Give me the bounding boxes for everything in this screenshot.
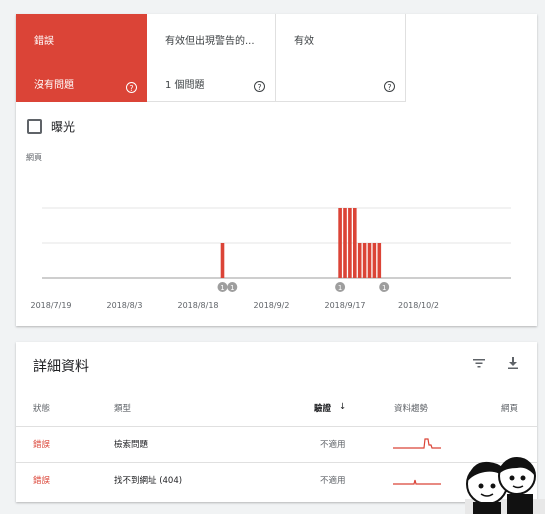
x-tick-label: 2018/7/19 xyxy=(30,301,71,310)
chart-bar xyxy=(357,243,362,278)
column-pages[interactable]: 網頁 xyxy=(501,402,518,414)
index-coverage-card: 錯誤 沒有問題 ? 有效但出現警告的... 1 個問題 ? 有效 ? 曝光 網頁… xyxy=(16,14,537,326)
row-type: 找不到網址 (404) xyxy=(114,476,183,486)
chart-bar xyxy=(367,243,372,278)
x-tick-label: 2018/10/2 xyxy=(398,301,439,310)
chart-bar xyxy=(220,243,225,278)
annotation-label: 1 xyxy=(220,284,224,292)
column-trend[interactable]: 資料趨勢 xyxy=(394,402,428,414)
filter-icon[interactable] xyxy=(472,356,486,370)
chart-bar xyxy=(353,208,357,278)
x-tick-label: 2018/9/2 xyxy=(254,301,290,310)
annotation-label: 1 xyxy=(230,284,234,292)
column-validation[interactable]: 驗證 xyxy=(314,402,331,414)
row-type: 檢索問題 xyxy=(114,440,149,450)
column-type[interactable]: 類型 xyxy=(114,402,131,414)
chart-bar xyxy=(362,243,367,278)
x-tick-label: 2018/9/17 xyxy=(324,301,365,310)
x-tick-label: 2018/8/18 xyxy=(177,301,218,310)
annotation-label: 1 xyxy=(382,284,386,292)
annotation-label: 1 xyxy=(338,284,342,292)
x-tick-label: 2018/8/3 xyxy=(107,301,143,310)
chart-bar xyxy=(338,208,342,278)
column-status[interactable]: 狀態 xyxy=(33,402,50,414)
cartoon-sticker-image xyxy=(465,457,545,514)
download-icon[interactable] xyxy=(506,356,520,370)
divider xyxy=(16,426,537,427)
details-title: 詳細資料 xyxy=(33,359,89,375)
chart-bar xyxy=(377,243,382,278)
row-status: 錯誤 xyxy=(33,440,51,450)
trend-sparkline xyxy=(393,479,441,485)
row-validation: 不適用 xyxy=(320,440,346,450)
row-validation: 不適用 xyxy=(320,476,346,486)
coverage-chart: 2018/7/19 2018/8/3 2018/8/18 2018/9/2 2018/9… xyxy=(30,207,511,310)
trend-sparkline xyxy=(393,438,441,449)
chart-bar xyxy=(348,208,352,278)
chart-bar xyxy=(372,243,377,278)
row-status: 錯誤 xyxy=(33,476,51,486)
sort-arrow-icon[interactable]: ↓ xyxy=(339,402,346,412)
chart-bar xyxy=(343,208,347,278)
